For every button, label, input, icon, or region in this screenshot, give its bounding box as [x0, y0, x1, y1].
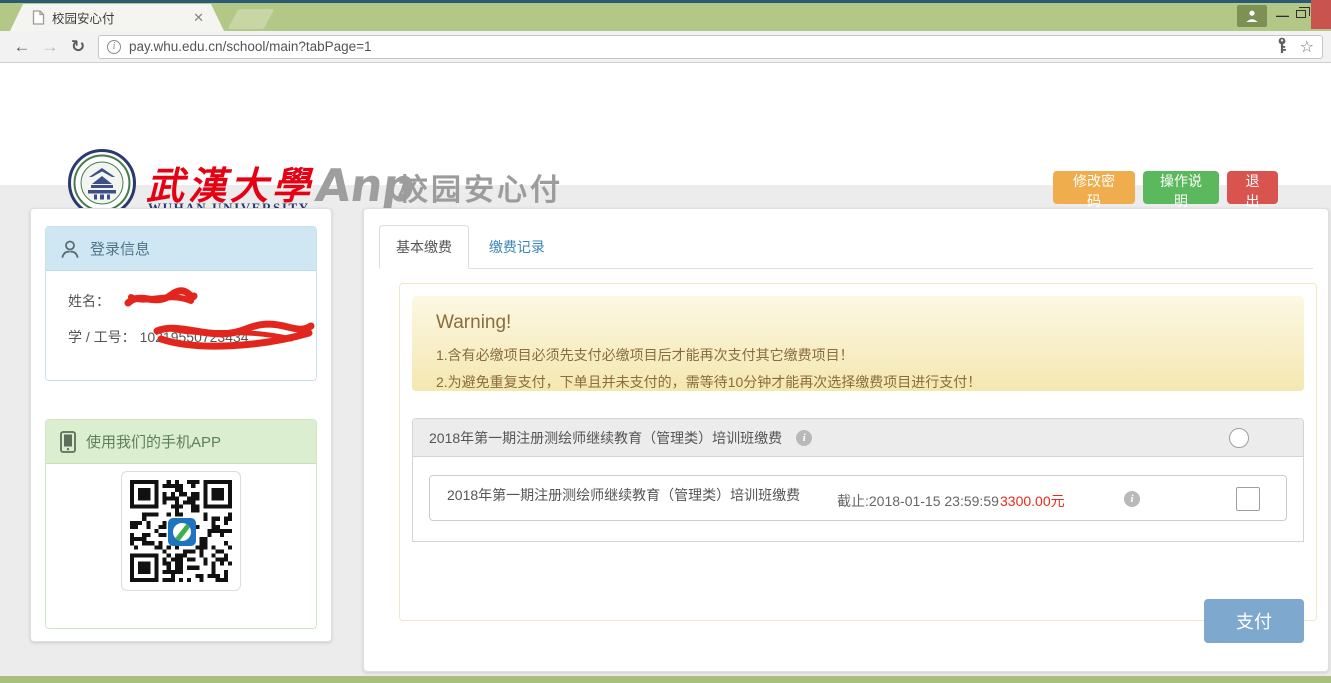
- mobile-app-panel: 使用我们的手机APP: [45, 419, 317, 629]
- fee-item-row[interactable]: 2018年第一期注册测绘师继续教育（管理类）培训班缴费 截止:2018-01-1…: [429, 475, 1287, 521]
- fee-group-title: 2018年第一期注册测绘师继续教育（管理类）培训班缴费: [429, 428, 782, 448]
- qr-code: [121, 471, 241, 591]
- mobile-app-header: 使用我们的手机APP: [46, 420, 316, 464]
- fee-item-checkbox[interactable]: [1236, 487, 1260, 511]
- sidebar-card: 登录信息 姓名： 学 / 工号： 10219550723434: [30, 208, 332, 642]
- user-icon: [60, 239, 80, 259]
- browser-titlebar: 校园安心付 ✕: [0, 3, 1331, 31]
- login-info-title: 登录信息: [90, 238, 150, 259]
- person-icon: [1245, 9, 1259, 23]
- tab-bar: 基本缴费 缴费记录: [379, 225, 1313, 269]
- logout-button[interactable]: 退出: [1227, 171, 1278, 204]
- phone-icon: [60, 431, 76, 453]
- pay-button[interactable]: 支付: [1204, 599, 1304, 643]
- tab-basic-payment[interactable]: 基本缴费: [379, 225, 469, 269]
- fee-item-name: 2018年第一期注册测绘师继续教育（管理类）培训班缴费: [447, 476, 822, 506]
- name-label: 姓名：: [68, 293, 110, 309]
- back-button[interactable]: ←: [8, 37, 36, 57]
- password-key-icon[interactable]: [1274, 37, 1290, 57]
- warning-box: Warning! 1.含有必缴项目必须先支付必缴项目后才能再次支付其它缴费项目！…: [412, 296, 1304, 391]
- fee-item-deadline: 截止:2018-01-15 23:59:59: [837, 476, 1000, 511]
- page-favicon-icon: [32, 10, 45, 25]
- student-id-label: 学 / 工号：: [68, 329, 136, 345]
- site-header: 武漢大學 WUHAN UNIVERSITY Anp 校园安心付 修改密码 操作说…: [0, 63, 1331, 185]
- url-text[interactable]: pay.whu.edu.cn/school/main?tabPage=1: [129, 39, 1274, 54]
- mobile-app-title: 使用我们的手机APP: [86, 431, 221, 452]
- wuhan-university-seal-logo: [68, 149, 136, 217]
- student-id-row: 学 / 工号： 10219550723434: [68, 327, 316, 347]
- fee-item-amount: 3300.00元: [1000, 476, 1124, 511]
- info-icon[interactable]: i: [796, 430, 812, 446]
- login-info-panel: 登录信息 姓名： 学 / 工号： 10219550723434: [45, 226, 317, 381]
- forward-button[interactable]: →: [36, 37, 64, 57]
- brand-name: 校园安心付: [398, 165, 563, 209]
- browser-toolbar: ← → ↻ i pay.whu.edu.cn/school/main?tabPa…: [0, 31, 1331, 63]
- page-info-icon[interactable]: i: [107, 40, 121, 54]
- fee-panel: Warning! 1.含有必缴项目必须先支付必缴项目后才能再次支付其它缴费项目！…: [399, 283, 1317, 621]
- new-tab-button[interactable]: [228, 9, 275, 29]
- login-info-header: 登录信息: [46, 227, 316, 271]
- warning-line-1: 1.含有必缴项目必须先支付必缴项目后才能再次支付其它缴费项目！: [436, 342, 1280, 369]
- login-info-body: 姓名： 学 / 工号： 10219550723434: [46, 271, 316, 347]
- fee-group-body: 2018年第一期注册测绘师继续教育（管理类）培训班缴费 截止:2018-01-1…: [413, 457, 1303, 521]
- redaction-scribble: [123, 285, 198, 313]
- main-card: 基本缴费 缴费记录 Warning! 1.含有必缴项目必须先支付必缴项目后才能再…: [363, 208, 1329, 672]
- name-row: 姓名：: [68, 291, 316, 311]
- browser-tab[interactable]: 校园安心付 ✕: [10, 4, 224, 31]
- student-id-value: 10219550723434: [140, 329, 249, 345]
- warning-line-2: 2.为避免重复支付，下单且并未支付的，需等待10分钟才能再次选择缴费项目进行支付…: [436, 369, 1280, 396]
- address-bar[interactable]: i pay.whu.edu.cn/school/main?tabPage=1 ☆: [98, 35, 1323, 59]
- info-icon[interactable]: i: [1124, 491, 1140, 507]
- tab-title: 校园安心付: [52, 8, 193, 27]
- fee-group: 2018年第一期注册测绘师继续教育（管理类）培训班缴费 i 2018年第一期注册…: [412, 418, 1304, 542]
- app-logo-icon: [168, 518, 196, 546]
- tab-payment-records[interactable]: 缴费记录: [473, 226, 561, 268]
- restore-button[interactable]: [1296, 10, 1306, 18]
- tab-close-icon[interactable]: ✕: [193, 10, 204, 26]
- close-button[interactable]: [1311, 0, 1331, 29]
- minimize-button[interactable]: —: [1276, 8, 1289, 23]
- profile-button[interactable]: [1237, 5, 1267, 27]
- warning-title: Warning!: [436, 312, 1280, 334]
- fee-group-radio[interactable]: [1229, 428, 1249, 448]
- reload-button[interactable]: ↻: [64, 37, 92, 57]
- bookmark-star-icon[interactable]: ☆: [1300, 37, 1314, 57]
- bottom-edge-bar: [0, 676, 1331, 683]
- instructions-button[interactable]: 操作说明: [1143, 171, 1219, 204]
- fee-group-header[interactable]: 2018年第一期注册测绘师继续教育（管理类）培训班缴费 i: [413, 419, 1303, 457]
- change-password-button[interactable]: 修改密码: [1053, 171, 1135, 204]
